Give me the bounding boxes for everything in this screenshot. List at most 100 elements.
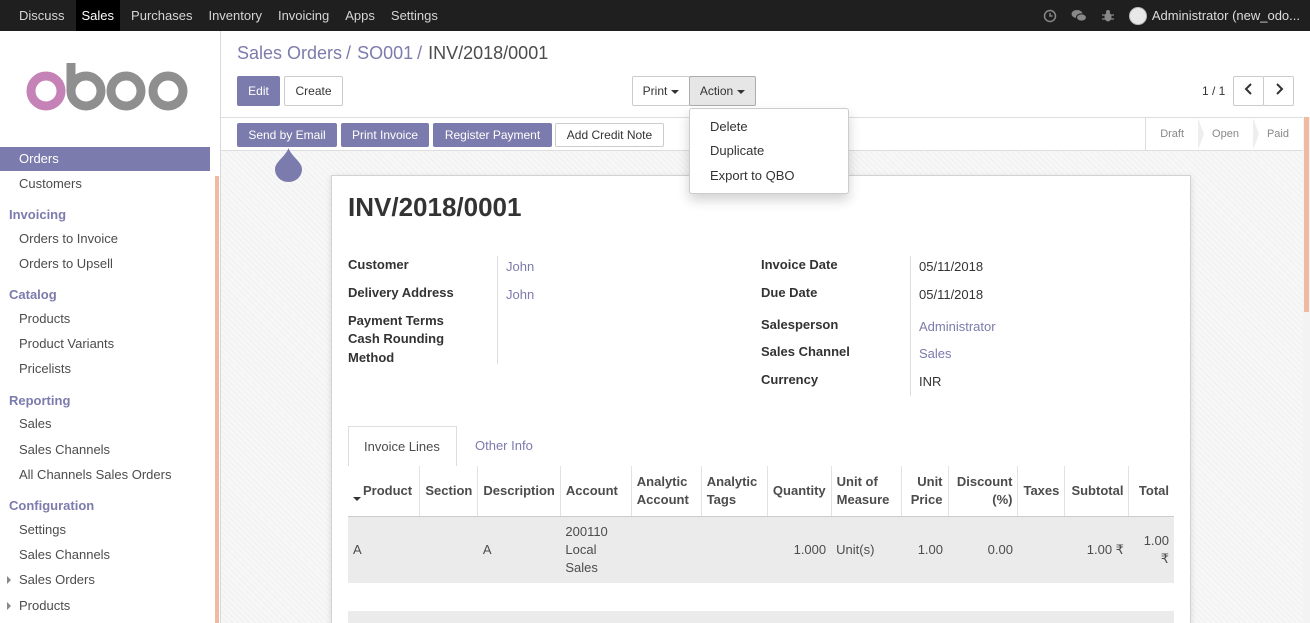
breadcrumb-separator: / xyxy=(417,43,423,63)
table-row[interactable]: A A 200110 Local Sales 1.000 Unit(s) 1.00 … xyxy=(348,516,1174,583)
stage-draft[interactable]: Draft xyxy=(1146,118,1204,150)
scrollbar[interactable] xyxy=(1303,117,1310,623)
field-divider xyxy=(497,256,498,364)
cell-total: 1.00 ₹ xyxy=(1128,516,1174,583)
edit-button[interactable]: Edit xyxy=(237,76,280,106)
menu-inventory[interactable]: Inventory xyxy=(203,0,266,31)
invoice-date-value: 05/11/2018 xyxy=(919,259,984,274)
pager-next-button[interactable] xyxy=(1263,76,1294,106)
cash-rounding-method-label: Method xyxy=(348,350,395,365)
print-label: Print xyxy=(642,84,668,98)
bug-icon[interactable] xyxy=(1100,8,1116,24)
due-date-label: Due Date xyxy=(761,285,818,300)
send-by-email-button[interactable]: Send by Email xyxy=(237,123,337,147)
customer-label: Customer xyxy=(348,257,409,272)
menu-settings[interactable]: Settings xyxy=(386,0,443,31)
sales-channel-value[interactable]: Sales xyxy=(919,346,952,361)
sidebar-header-reporting: Reporting xyxy=(9,393,71,408)
col-subtotal[interactable]: Subtotal xyxy=(1064,466,1129,517)
sidebar-item-all-channels-sales-orders[interactable]: All Channels Sales Orders xyxy=(0,463,210,487)
col-total[interactable]: Total xyxy=(1128,466,1174,517)
field-divider xyxy=(910,256,911,396)
sidebar-item-orders[interactable]: Orders xyxy=(0,147,210,171)
user-name: Administrator (new_odo... xyxy=(1151,8,1300,23)
menu-apps[interactable]: Apps xyxy=(340,0,380,31)
col-description[interactable]: Description xyxy=(477,466,561,517)
cell-discount: 0.00 xyxy=(948,516,1018,583)
sidebar-item-reporting-sales-channels[interactable]: Sales Channels xyxy=(0,438,210,462)
col-quantity[interactable]: Quantity xyxy=(766,466,832,517)
scrollbar-thumb[interactable] xyxy=(1304,117,1309,312)
cell-quantity: 1.000 xyxy=(767,516,832,583)
sidebar-item-product-variants[interactable]: Product Variants xyxy=(0,332,210,356)
pager-previous-button[interactable] xyxy=(1233,76,1264,106)
tip-droplet-icon xyxy=(275,148,302,182)
stage-paid[interactable]: Paid xyxy=(1253,118,1303,150)
cell-section xyxy=(419,516,478,583)
top-navbar: Discuss Sales Purchases Inventory Invoic… xyxy=(0,0,1310,31)
col-account[interactable]: Account xyxy=(559,466,632,517)
breadcrumb-so001[interactable]: SO001 xyxy=(357,43,413,63)
breadcrumb-current: INV/2018/0001 xyxy=(428,43,549,63)
sidebar-item-config-sales-channels[interactable]: Sales Channels xyxy=(0,543,210,567)
action-label: Action xyxy=(699,84,734,98)
sidebar-item-config-products[interactable]: Products xyxy=(0,594,210,618)
sidebar-item-pricelists[interactable]: Pricelists xyxy=(0,357,210,381)
menu-item-delete[interactable]: Delete xyxy=(710,119,748,134)
menu-invoicing[interactable]: Invoicing xyxy=(273,0,334,31)
notebook-tabs: Invoice Lines Other Info xyxy=(348,426,1173,467)
menu-item-duplicate[interactable]: Duplicate xyxy=(710,143,764,158)
print-invoice-button[interactable]: Print Invoice xyxy=(341,123,429,147)
tab-invoice-lines[interactable]: Invoice Lines xyxy=(348,426,457,467)
sidebar-item-orders-to-invoice[interactable]: Orders to Invoice xyxy=(0,227,210,251)
odoo-logo xyxy=(26,61,196,114)
menu-sales[interactable]: Sales xyxy=(75,0,121,31)
payment-terms-label: Payment Terms xyxy=(348,313,444,328)
stage-open[interactable]: Open xyxy=(1198,118,1259,150)
col-product[interactable]: Product xyxy=(348,466,420,517)
sidebar-item-products[interactable]: Products xyxy=(0,307,210,331)
sales-channel-label: Sales Channel xyxy=(761,344,850,359)
action-button[interactable]: Action xyxy=(689,76,756,106)
chat-icon[interactable] xyxy=(1071,8,1087,24)
delivery-address-value[interactable]: John xyxy=(506,287,534,302)
breadcrumb-sales-orders[interactable]: Sales Orders xyxy=(237,43,342,63)
status-stages: Draft Open Paid xyxy=(1145,118,1303,150)
col-taxes[interactable]: Taxes xyxy=(1017,466,1065,517)
sidebar: Orders Customers Invoicing Orders to Inv… xyxy=(0,31,221,623)
col-unit-price[interactable]: Unit Price xyxy=(900,466,949,517)
col-discount[interactable]: Discount (%) xyxy=(947,466,1018,517)
customer-value[interactable]: John xyxy=(506,259,534,274)
sidebar-item-orders-to-upsell[interactable]: Orders to Upsell xyxy=(0,252,210,276)
sidebar-item-customers[interactable]: Customers xyxy=(0,172,210,196)
salesperson-value[interactable]: Administrator xyxy=(919,319,996,334)
menu-discuss[interactable]: Discuss xyxy=(14,0,70,31)
col-analytic-tags[interactable]: Analytic Tags xyxy=(700,466,768,517)
sidebar-item-config-sales-orders[interactable]: Sales Orders xyxy=(0,568,210,592)
add-credit-note-button[interactable]: Add Credit Note xyxy=(555,123,664,147)
cash-rounding-label: Cash Rounding xyxy=(348,331,445,346)
clock-icon[interactable] xyxy=(1042,8,1058,24)
chevron-right-icon xyxy=(1275,83,1283,95)
menu-purchases[interactable]: Purchases xyxy=(126,0,197,31)
sidebar-item-reporting-sales[interactable]: Sales xyxy=(0,412,210,436)
menu-item-export-to-qbo[interactable]: Export to QBO xyxy=(710,168,795,183)
col-analytic-account[interactable]: Analytic Account xyxy=(630,466,702,517)
cell-unit-price: 1.00 xyxy=(901,516,949,583)
user-menu[interactable]: Administrator (new_odo... xyxy=(1128,6,1310,25)
table-footer xyxy=(348,611,1174,623)
delivery-address-label: Delivery Address xyxy=(348,285,454,300)
action-dropdown-menu: Delete Duplicate Export to QBO xyxy=(689,108,849,194)
create-button[interactable]: Create xyxy=(284,76,343,106)
salesperson-label: Salesperson xyxy=(761,317,839,332)
col-unit-of-measure[interactable]: Unit of Measure xyxy=(830,466,902,517)
invoice-number: INV/2018/0001 xyxy=(348,192,522,222)
sidebar-header-invoicing: Invoicing xyxy=(9,207,67,222)
print-button[interactable]: Print xyxy=(632,76,690,106)
cell-subtotal: 1.00 ₹ xyxy=(1064,516,1129,583)
register-payment-button[interactable]: Register Payment xyxy=(433,123,552,147)
tab-other-info[interactable]: Other Info xyxy=(460,426,548,467)
col-section[interactable]: Section xyxy=(419,466,478,517)
sidebar-item-config-settings[interactable]: Settings xyxy=(0,518,210,542)
sort-caret-icon xyxy=(353,497,361,502)
